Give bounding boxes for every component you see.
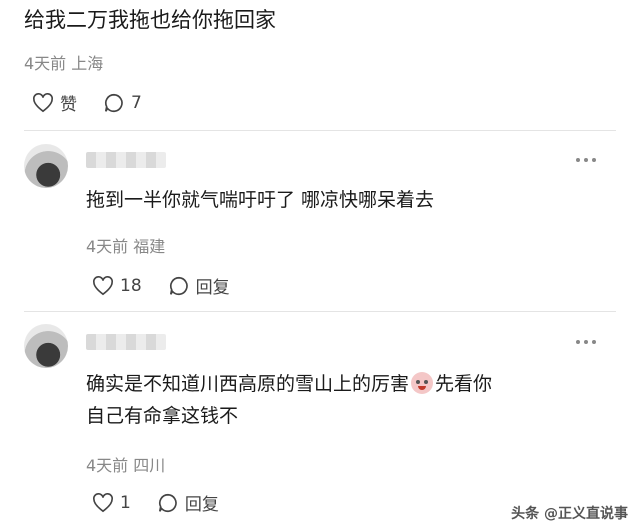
- reply-count-button[interactable]: 7: [103, 92, 142, 114]
- reply-button[interactable]: 回复: [168, 273, 230, 298]
- like-button[interactable]: 赞: [32, 90, 77, 115]
- reply-actions: 1 回复: [92, 490, 245, 515]
- username-masked[interactable]: [86, 152, 166, 168]
- reply-text-line: 确实是不知道川西高原的雪山上的厉害 先看你: [86, 368, 492, 400]
- avatar[interactable]: [24, 324, 68, 368]
- like-count: 18: [120, 275, 142, 296]
- heart-icon: [93, 492, 113, 512]
- heart-icon: [33, 92, 53, 112]
- heart-icon: [93, 275, 113, 295]
- like-button[interactable]: 1: [92, 493, 131, 513]
- comment-bubble-icon: [158, 493, 177, 512]
- avatar[interactable]: [24, 144, 68, 188]
- reply-label: 回复: [184, 495, 219, 515]
- crying-clown-emoji-icon: [411, 372, 434, 394]
- top-comment-meta: 4天前 上海: [24, 54, 104, 73]
- like-label: 赞: [60, 95, 77, 115]
- reply-item: 拖到一半你就气喘吁吁了 哪凉快哪呆着去 4天前 福建 18 回复: [24, 140, 620, 305]
- divider: [24, 130, 616, 131]
- reply-meta: 4天前 四川: [86, 456, 166, 475]
- reply-count: 7: [131, 92, 142, 113]
- top-comment-text: 给我二万我拖也给你拖回家: [24, 8, 276, 32]
- reply-text-part: 先看你: [435, 373, 493, 395]
- watermark: 头条 @正义直说事: [511, 506, 628, 522]
- top-comment-actions: 赞 7: [32, 90, 168, 115]
- username-masked[interactable]: [86, 334, 166, 350]
- reply-actions: 18 回复: [92, 273, 256, 298]
- comment-bubble-icon: [169, 276, 188, 295]
- like-count: 1: [120, 492, 131, 513]
- reply-text: 拖到一半你就气喘吁吁了 哪凉快哪呆着去: [86, 189, 435, 211]
- reply-button[interactable]: 回复: [157, 490, 219, 515]
- reply-text-line: 自己有命拿这钱不: [86, 405, 239, 427]
- reply-label: 回复: [195, 278, 230, 298]
- like-button[interactable]: 18: [92, 276, 142, 296]
- reply-meta: 4天前 福建: [86, 237, 166, 256]
- reply-text-part: 确实是不知道川西高原的雪山上的厉害: [86, 373, 410, 395]
- more-options-icon[interactable]: [576, 158, 596, 162]
- divider: [24, 311, 616, 312]
- more-options-icon[interactable]: [576, 340, 596, 344]
- reply-item: 确实是不知道川西高原的雪山上的厉害 先看你 自己有命拿这钱不 4天前 四川 1 回…: [24, 320, 620, 520]
- comment-bubble-icon: [104, 93, 123, 112]
